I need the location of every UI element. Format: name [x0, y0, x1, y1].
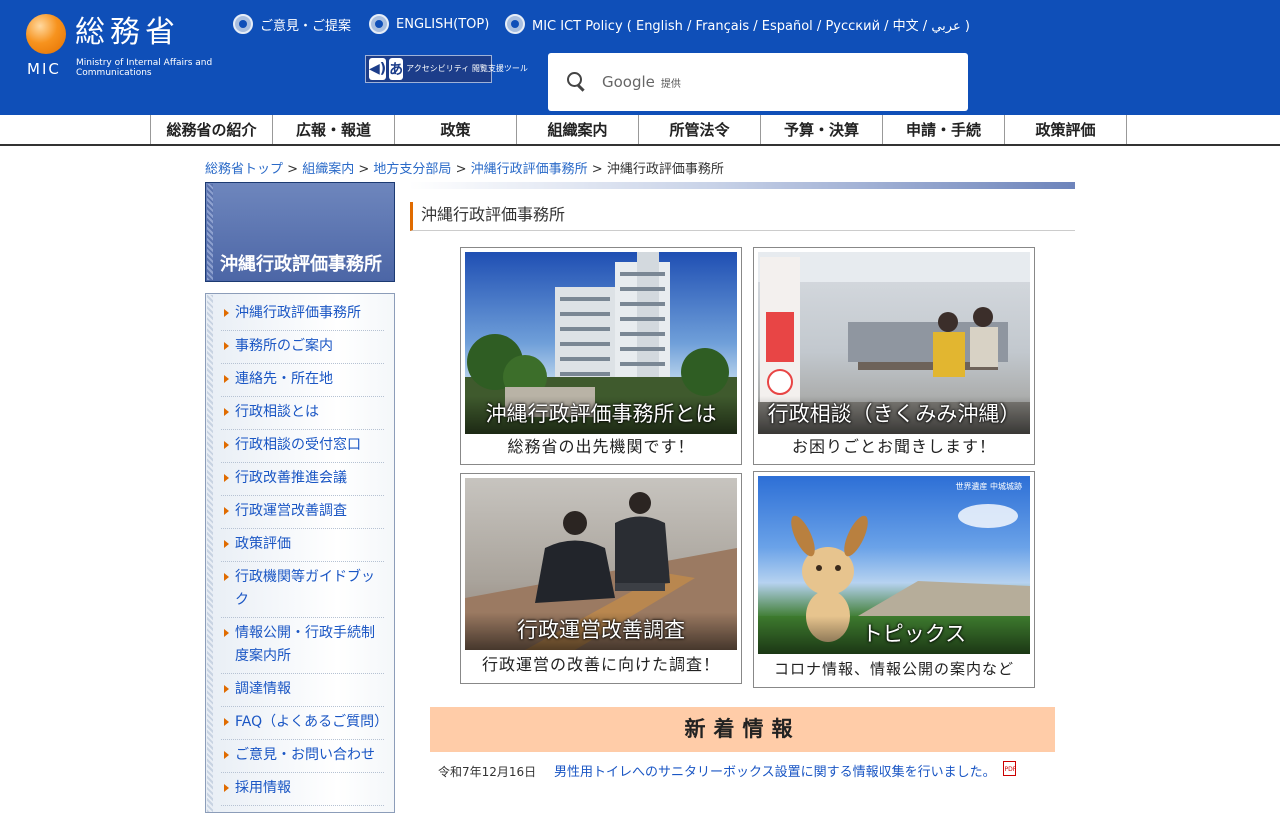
google-brand: Google	[602, 73, 655, 91]
sidebar-item: 行政機関等ガイドブック	[221, 562, 384, 618]
google-search-box[interactable]: Google 提供	[548, 53, 968, 111]
gnav-organization[interactable]: 組織案内	[517, 115, 639, 144]
office-building-photo: 沖縄行政評価事務所とは	[465, 252, 737, 434]
sidebar-link-procurement[interactable]: 調達情報	[235, 681, 291, 697]
tile-caption: 行政運営の改善に向けた調査！	[481, 655, 720, 674]
provided-label: 提供	[660, 78, 681, 90]
mic-ict-policy-link-label: MIC ICT Policy ( English / Français / Es…	[532, 18, 970, 34]
survey-photo: 行政運営改善調査	[465, 478, 737, 650]
tile-title: トピックス	[861, 622, 967, 646]
news-item: 令和7年12月16日 男性用トイレへのサニタリーボックス設置に関する情報収集を行…	[438, 761, 1017, 782]
sidebar-link-inquiry[interactable]: ご意見・お問い合わせ	[235, 747, 375, 763]
logo-mic-text: MIC	[27, 60, 61, 78]
world-heritage-label: 世界遺産 中城城跡	[955, 482, 1022, 491]
consultation-photo: 行政相談（きくみみ沖縄）	[758, 252, 1030, 434]
opinion-link[interactable]: ご意見・ご提案	[233, 14, 351, 34]
sidebar-item: 行政改善推進会議	[221, 463, 384, 496]
english-top-link-label: ENGLISH(TOP)	[396, 16, 490, 32]
global-nav: 総務省の紹介 広報・報道 政策 組織案内 所管法令 予算・決算 申請・手続 政策…	[0, 115, 1280, 146]
sidebar-item: ご意見・お問い合わせ	[221, 740, 384, 773]
tile-operation-survey[interactable]: 行政運営改善調査 行政運営の改善に向けた調査！	[460, 473, 742, 684]
gnav-laws[interactable]: 所管法令	[639, 115, 761, 144]
gnav-about[interactable]: 総務省の紹介	[151, 115, 273, 144]
sidebar-item: 行政相談とは	[221, 397, 384, 430]
opinion-link-label: ご意見・ご提案	[260, 18, 352, 34]
breadcrumb-current: 沖縄行政評価事務所	[606, 162, 724, 177]
tile-topics[interactable]: 世界遺産 中城城跡 トピックス コロナ情報、情報公開の案内など	[753, 471, 1035, 688]
gnav-policy[interactable]: 政策	[395, 115, 517, 144]
breadcrumb: 総務省トップ > 組織案内 > 地方支分部局 > 沖縄行政評価事務所 > 沖縄行…	[205, 158, 724, 177]
sidebar-item: 情報公開・行政手続制度案内所	[221, 618, 384, 674]
tile-caption: 総務省の出先機関です！	[507, 437, 695, 456]
gnav-budget[interactable]: 予算・決算	[761, 115, 883, 144]
mic-ict-policy-link[interactable]: MIC ICT Policy ( English / Français / Es…	[505, 14, 970, 34]
radio-bullet-icon	[369, 14, 389, 34]
radio-bullet-icon	[233, 14, 253, 34]
sidebar-item: 調達情報	[221, 674, 384, 707]
pdf-icon: PDF	[1003, 761, 1017, 776]
breadcrumb-link-organization[interactable]: 組織案内	[302, 162, 354, 177]
radio-bullet-icon	[505, 14, 525, 34]
accessibility-label: アクセシビリティ 閲覧支援ツール	[406, 64, 528, 73]
breadcrumb-separator: >	[358, 162, 370, 177]
tile-title: 行政相談（きくみみ沖縄）	[767, 402, 1021, 426]
sidebar-link-guidebook[interactable]: 行政機関等ガイドブック	[235, 569, 375, 608]
content-gradient-bar	[409, 182, 1075, 189]
speaker-icon: ◀)	[369, 58, 387, 80]
tile-office-about[interactable]: 沖縄行政評価事務所とは 総務省の出先機関です！	[460, 247, 742, 465]
sidebar-link-contact[interactable]: 連絡先・所在地	[235, 371, 333, 387]
sidebar-link-policy-evaluation[interactable]: 政策評価	[235, 536, 291, 552]
sidebar-link-disclosure[interactable]: 情報公開・行政手続制度案内所	[235, 625, 375, 664]
sidebar-link-recruitment[interactable]: 採用情報	[235, 780, 291, 796]
topics-photo: 世界遺産 中城城跡 トピックス	[758, 476, 1030, 654]
sidebar-item: 連絡先・所在地	[221, 364, 384, 397]
accessibility-tool-button[interactable]: ◀) あ アクセシビリティ 閲覧支援ツール	[365, 55, 528, 83]
tile-title: 沖縄行政評価事務所とは	[485, 402, 717, 426]
breadcrumb-link-okinawa[interactable]: 沖縄行政評価事務所	[471, 162, 588, 177]
sidebar-item: FAQ（よくあるご質問）	[221, 707, 388, 740]
sidebar-link-consultation[interactable]: 行政相談とは	[235, 404, 319, 420]
gnav-policy-evaluation[interactable]: 政策評価	[1005, 115, 1127, 144]
logo-en-text: Ministry of Internal Affairs and Communi…	[76, 58, 213, 78]
gnav-applications[interactable]: 申請・手続	[883, 115, 1005, 144]
english-top-link[interactable]: ENGLISH(TOP)	[369, 14, 489, 34]
breadcrumb-separator: >	[591, 162, 603, 177]
site-header: 総務省 MIC Ministry of Internal Affairs and…	[0, 0, 1280, 115]
sidebar-title-box: 沖縄行政評価事務所	[205, 182, 395, 282]
search-icon[interactable]	[566, 71, 588, 93]
sidebar-item: 事務所のご案内	[221, 331, 384, 364]
sidebar-item: 採用情報	[221, 773, 384, 806]
sidebar-link-faq[interactable]: FAQ（よくあるご質問）	[235, 714, 388, 730]
mic-logo[interactable]: 総務省 MIC Ministry of Internal Affairs and…	[26, 12, 216, 82]
tile-caption: お困りごとお聞きします！	[791, 437, 996, 456]
news-heading: 新着情報	[430, 707, 1055, 752]
breadcrumb-separator: >	[455, 162, 467, 177]
sidebar-item: 沖縄行政評価事務所	[221, 298, 384, 331]
sidebar-title: 沖縄行政評価事務所	[220, 254, 382, 275]
sidebar-item: 行政相談の受付窓口	[221, 430, 384, 463]
hiragana-a-icon: あ	[389, 58, 404, 80]
news-link[interactable]: 男性用トイレへのサニタリーボックス設置に関する情報収集を行いました。	[554, 765, 996, 780]
news-date: 令和7年12月16日	[438, 765, 537, 779]
gnav-press[interactable]: 広報・報道	[273, 115, 395, 144]
sidebar-link-operation-survey[interactable]: 行政運営改善調査	[235, 503, 347, 519]
page-title: 沖縄行政評価事務所	[410, 202, 1075, 231]
breadcrumb-link-regional[interactable]: 地方支分部局	[373, 162, 451, 177]
sidebar-item: 行政運営改善調査	[221, 496, 384, 529]
logo-orb-icon	[26, 14, 66, 54]
tile-caption: コロナ情報、情報公開の案内など	[773, 660, 1014, 678]
sidebar-menu: 沖縄行政評価事務所 事務所のご案内 連絡先・所在地 行政相談とは 行政相談の受付…	[205, 293, 395, 813]
breadcrumb-separator: >	[287, 162, 299, 177]
sidebar-link-improvement-council[interactable]: 行政改善推進会議	[235, 470, 347, 486]
logo-jp-text: 総務省	[75, 15, 180, 50]
sidebar-link-consultation-window[interactable]: 行政相談の受付窓口	[235, 437, 361, 453]
sidebar-stripe	[207, 184, 213, 280]
sidebar-link-office[interactable]: 沖縄行政評価事務所	[235, 305, 361, 321]
sidebar-item: 政策評価	[221, 529, 384, 562]
sidebar-stripe	[207, 295, 213, 812]
tile-consultation[interactable]: 行政相談（きくみみ沖縄） お困りごとお聞きします！	[753, 247, 1035, 465]
sidebar-link-guide[interactable]: 事務所のご案内	[235, 338, 333, 354]
tile-title: 行政運営改善調査	[517, 618, 685, 642]
breadcrumb-link-top[interactable]: 総務省トップ	[205, 162, 283, 177]
